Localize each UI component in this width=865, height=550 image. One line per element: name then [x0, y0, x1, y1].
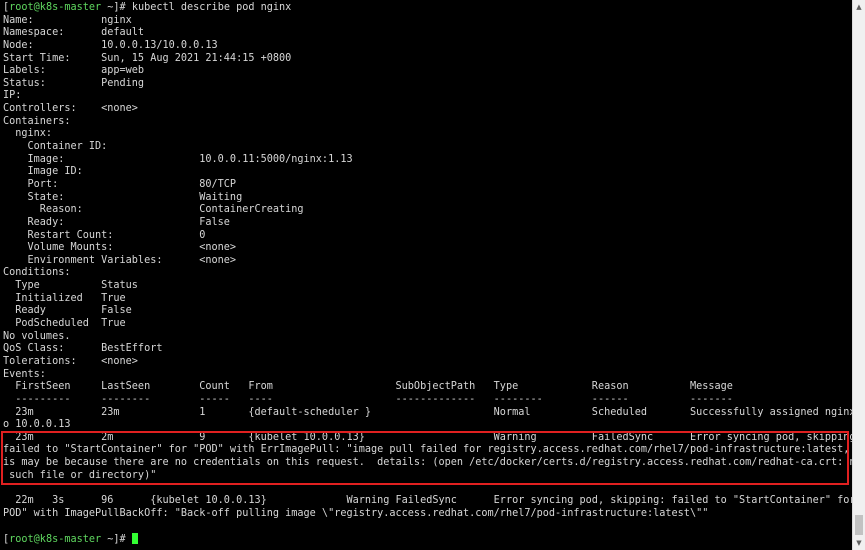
output-line: Initialized True	[3, 292, 126, 304]
scroll-thumb[interactable]	[855, 515, 863, 535]
output-line: 22m 3s 96 {kubelet 10.0.0.13} Warning Fa…	[3, 494, 865, 506]
text-cursor	[131, 532, 138, 544]
command-text: kubectl describe pod nginx	[131, 2, 292, 13]
output-line: Name: nginx	[3, 14, 132, 26]
output-line: Volume Mounts: <none>	[3, 242, 237, 254]
prompt-user-host: root@k8s-master	[9, 2, 102, 13]
output-line: Labels: app=web	[3, 65, 145, 77]
terminal-window[interactable]: [root@k8s-master ~]# kubectl describe po…	[0, 0, 865, 550]
output-line: State: Waiting	[3, 191, 243, 203]
events-separator: --------- -------- ----- ---- ----------…	[3, 393, 733, 405]
final-prompt-line[interactable]: [root@k8s-master ~]#	[3, 532, 852, 546]
output-line: Ready: False	[3, 216, 230, 228]
events-header: FirstSeen LastSeen Count From SubObjectP…	[3, 381, 733, 393]
output-line: nginx:	[3, 128, 53, 140]
output-line: Reason: ContainerCreating	[3, 204, 304, 216]
output-line: IP:	[3, 90, 22, 102]
output-line: Port: 80/TCP	[3, 178, 237, 190]
output-line: Start Time: Sun, 15 Aug 2021 21:44:15 +0…	[3, 52, 292, 64]
output-line: QoS Class: BestEffort	[3, 343, 163, 355]
prompt-user-host: root@k8s-master	[9, 533, 102, 545]
event-row-highlighted: such file or directory)"	[3, 469, 157, 481]
output-line: PodScheduled True	[3, 318, 126, 330]
event-row-highlighted: failed to "StartContainer" for "POD" wit…	[3, 444, 865, 456]
output-line: Status: Pending	[3, 77, 145, 89]
output-line: Container ID:	[3, 141, 108, 153]
prompt-path: ~]#	[101, 533, 132, 545]
output-line: Image ID:	[3, 166, 83, 178]
output-line: Containers:	[3, 115, 71, 127]
output-line: Namespace: default	[3, 27, 145, 39]
event-row: 23m 23m 1 {default-scheduler } Normal Sc…	[3, 406, 865, 418]
vertical-scrollbar[interactable]: ▲ ▼	[852, 0, 865, 550]
output-line: Controllers: <none>	[3, 103, 138, 115]
scroll-down-arrow-icon[interactable]: ▼	[853, 536, 865, 550]
event-row-highlighted: is may be because there are no credentia…	[3, 457, 862, 469]
output-line: Restart Count: 0	[3, 229, 206, 241]
output-line: Events:	[3, 368, 46, 380]
event-row-highlighted: 23m 2m 9 {kubelet 10.0.0.13} Warning Fai…	[3, 431, 862, 443]
scroll-up-arrow-icon[interactable]: ▲	[853, 0, 865, 14]
output-line: Node: 10.0.0.13/10.0.0.13	[3, 39, 218, 51]
output-line: POD" with ImagePullBackOff: "Back-off pu…	[3, 507, 709, 519]
prompt-path: ~]#	[101, 2, 132, 13]
command-line: [root@k8s-master ~]# kubectl describe po…	[3, 2, 852, 15]
output-line: Image: 10.0.0.11:5000/nginx:1.13	[3, 153, 353, 165]
output-line: Ready False	[3, 305, 132, 317]
output-line: Environment Variables: <none>	[3, 254, 237, 266]
output-line: No volumes.	[3, 330, 71, 342]
output-line: Type Status	[3, 280, 138, 292]
event-row-continued: o 10.0.0.13	[3, 419, 71, 431]
output-line: Tolerations: <none>	[3, 355, 138, 367]
output-line: Conditions:	[3, 267, 71, 279]
